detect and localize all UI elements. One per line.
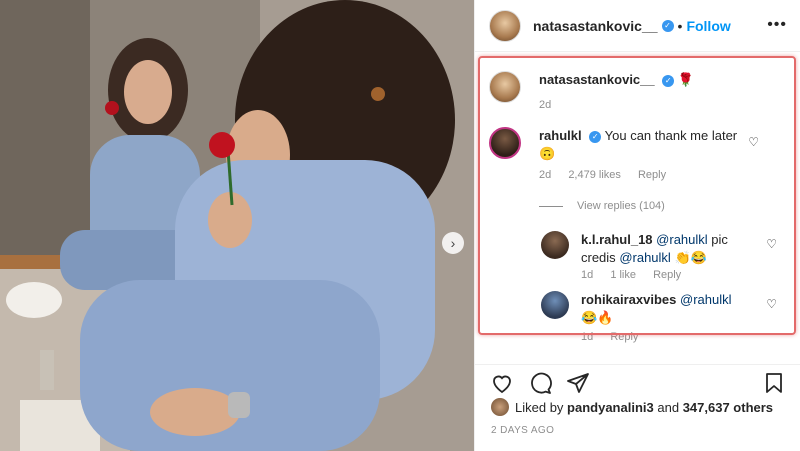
reply-username[interactable]: rohikairaxvibes [581, 292, 676, 307]
reply-item: k.l.rahul_18 @rahulkl pic credis @rahulk… [541, 231, 791, 285]
reply-button[interactable]: Reply [610, 331, 638, 343]
caption-time: 2d [539, 99, 552, 111]
comment-body: rahulkl ✓ You can thank me later 🙃 [539, 127, 769, 163]
avatar[interactable] [491, 398, 509, 416]
comment-icon[interactable] [527, 371, 553, 395]
follow-button[interactable]: Follow [686, 18, 730, 34]
reply-mention[interactable]: @rahulkl [619, 250, 671, 265]
like-comment-icon[interactable]: ♡ [748, 135, 759, 149]
like-comment-icon[interactable]: ♡ [766, 237, 777, 251]
post-header: natasastankovic__ ✓ • Follow ••• [475, 0, 800, 52]
reply-emoji: 😂🔥 [581, 310, 614, 325]
reply-body: k.l.rahul_18 @rahulkl pic credis @rahulk… [581, 231, 751, 267]
bookmark-icon[interactable] [761, 371, 787, 395]
reply-body: rohikairaxvibes @rahulkl 😂🔥 [581, 291, 751, 327]
liked-by-middle: and [657, 399, 680, 415]
view-replies-label: View replies (104) [577, 200, 665, 212]
reply-emoji: 👏😂 [674, 250, 707, 265]
reply-button[interactable]: Reply [638, 169, 666, 181]
comment-emoji: 🙃 [539, 146, 556, 161]
header-username[interactable]: natasastankovic__ [533, 18, 658, 34]
post-sidebar: natasastankovic__ ✓ • Follow ••• natasas… [474, 0, 800, 451]
reply-text: pic [711, 232, 728, 247]
reply-item: rohikairaxvibes @rahulkl 😂🔥 ♡ 1d Reply [541, 291, 791, 345]
reply-text: credis [581, 250, 616, 265]
like-comment-icon[interactable]: ♡ [766, 297, 777, 311]
verified-icon: ✓ [661, 19, 674, 32]
post-photo: › [0, 0, 474, 451]
more-options-icon[interactable]: ••• [767, 16, 787, 34]
comment-item: rahulkl ✓ You can thank me later 🙃 ♡ 2d … [489, 127, 789, 187]
reply-meta: 1d 1 like Reply [581, 269, 695, 281]
comment-username[interactable]: rahulkl [539, 128, 582, 143]
reply-likes[interactable]: 1 like [610, 269, 636, 281]
comment-text: You can thank me later [604, 128, 738, 143]
liked-by: Liked by pandyanalini3 and 347,637 other… [491, 398, 773, 416]
rose-emoji: 🌹 [677, 72, 695, 87]
avatar[interactable] [489, 71, 521, 103]
reply-time: 1d [581, 269, 594, 281]
reply-meta: 1d Reply [581, 331, 652, 343]
heart-icon[interactable] [489, 371, 515, 395]
post-timestamp[interactable]: 2 DAYS AGO [491, 425, 554, 436]
avatar[interactable] [541, 231, 569, 259]
reply-mention[interactable]: @rahulkl [680, 292, 732, 307]
comment-likes[interactable]: 2,479 likes [568, 169, 621, 181]
avatar[interactable] [541, 291, 569, 319]
caption-username[interactable]: natasastankovic__ [539, 72, 655, 87]
reply-mention[interactable]: @rahulkl [656, 232, 708, 247]
carousel-next-icon[interactable]: › [442, 232, 464, 254]
avatar[interactable] [489, 127, 521, 159]
photo-illustration [0, 0, 474, 451]
caption-body: natasastankovic__ ✓ 🌹 [539, 71, 769, 89]
liked-by-prefix: Liked by [515, 399, 564, 415]
comments-list[interactable]: natasastankovic__ ✓ 🌹 2d rahulkl ✓ You c… [475, 53, 800, 363]
reply-button[interactable]: Reply [653, 269, 681, 281]
caption-meta: 2d [539, 99, 565, 111]
reply-username[interactable]: k.l.rahul_18 [581, 232, 653, 247]
liked-by-count[interactable]: 347,637 others [683, 400, 773, 415]
header-separator: • [677, 17, 683, 34]
post-actions [475, 364, 800, 398]
comment-time: 2d [539, 169, 552, 181]
reply-time: 1d [581, 331, 594, 343]
view-replies-button[interactable]: View replies (104) [539, 200, 665, 212]
liked-by-user[interactable]: pandyanalini3 [567, 400, 654, 415]
share-icon[interactable] [565, 371, 591, 395]
verified-icon: ✓ [589, 130, 602, 143]
verified-icon: ✓ [662, 74, 675, 87]
divider [539, 205, 563, 207]
avatar[interactable] [489, 9, 521, 42]
caption-item: natasastankovic__ ✓ 🌹 2d [489, 71, 789, 115]
comment-meta: 2d 2,479 likes Reply [539, 169, 680, 181]
